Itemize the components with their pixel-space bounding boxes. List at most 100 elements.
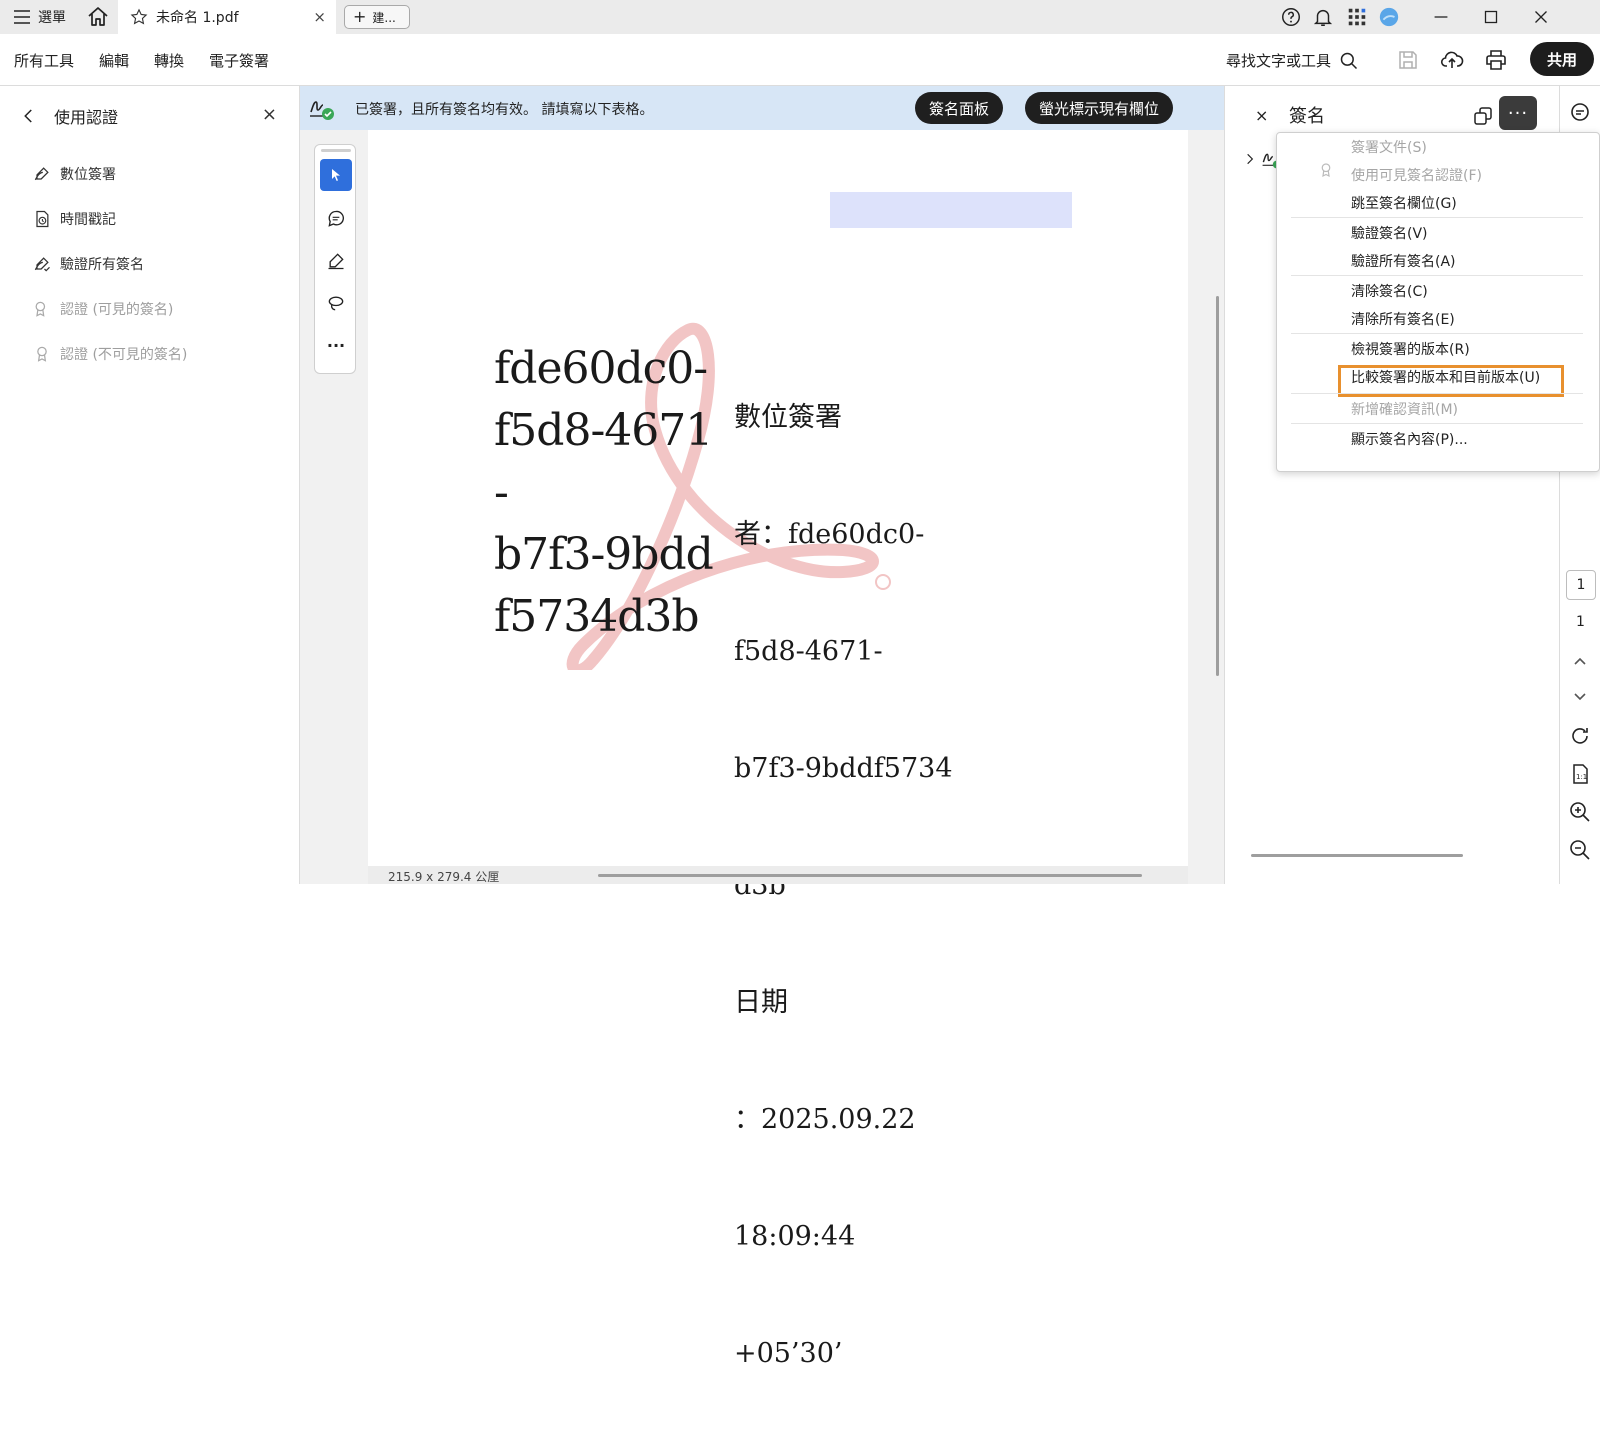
more-tools-icon[interactable]: ···	[320, 329, 352, 361]
draw-tool-button[interactable]	[320, 287, 352, 319]
apps-grid-icon[interactable]	[1346, 6, 1368, 28]
menu-item-sign-document: 簽署文件(S)	[1351, 140, 1427, 156]
select-tool-button[interactable]	[320, 159, 352, 191]
sig-detail-line: 日期	[734, 987, 788, 1018]
banner-text: 已簽署，且所有簽名均有效。 請填寫以下表格。	[355, 102, 654, 118]
hamburger-icon	[14, 10, 30, 24]
panel-header: 使用認證	[20, 104, 118, 128]
validate-sign-icon	[34, 257, 50, 272]
find-text-or-tools[interactable]: 尋找文字或工具	[1226, 50, 1359, 71]
title-bar: 選單 未命名 1.pdf × + 建...	[0, 0, 1600, 34]
menu-item-view-signed-version[interactable]: 檢視簽署的版本(R)	[1351, 339, 1470, 359]
sig-detail-line: 者：fde60dc0-	[734, 519, 925, 550]
menu-convert[interactable]: 轉換	[154, 50, 184, 71]
maximize-icon[interactable]	[1480, 6, 1502, 28]
menu-item-go-to-field[interactable]: 跳至簽名欄位(G)	[1351, 193, 1457, 213]
digital-sign-label: 數位簽署	[60, 167, 116, 183]
share-button[interactable]: 共用	[1530, 42, 1594, 76]
actual-size-icon[interactable]: 1:1	[1568, 762, 1592, 786]
signatures-horizontal-scrollbar[interactable]	[1251, 854, 1463, 857]
highlight-fields-button[interactable]: 螢光標示現有欄位	[1025, 92, 1174, 124]
highlighter-icon	[328, 253, 344, 270]
chevron-right-icon[interactable]	[1243, 152, 1257, 166]
print-icon[interactable]	[1484, 48, 1508, 72]
signature-details-block: 數位簽署 者：fde60dc0- f5d8-4671- b7f3-9bddf57…	[734, 320, 953, 1451]
menu-item-clear-all[interactable]: 清除所有簽名(E)	[1351, 309, 1455, 329]
star-icon[interactable]	[130, 8, 148, 26]
panel-close-icon[interactable]: ×	[262, 104, 277, 125]
menu-item-clear[interactable]: 清除簽名(C)	[1351, 281, 1428, 301]
new-tab-button[interactable]: + 建...	[344, 5, 410, 29]
vertical-scrollbar[interactable]	[1216, 296, 1219, 676]
page-size-label: 215.9 x 279.4 公厘	[388, 870, 500, 884]
sig-line: f5734d3b	[494, 591, 700, 642]
svg-text:1:1: 1:1	[1576, 773, 1587, 781]
document-tab[interactable]: 未命名 1.pdf ×	[118, 0, 336, 34]
minimize-icon[interactable]	[1430, 6, 1452, 28]
certificates-panel: 使用認證 × 數位簽署 時間戳記 驗證所有簽名 認證 (可見的簽名) 認證 (不…	[0, 86, 300, 884]
help-icon[interactable]	[1280, 6, 1302, 28]
signature-options-menu: 簽署文件(S) 使用可見簽名認證(F) 跳至簽名欄位(G) 驗證簽名(V) 驗證…	[1276, 132, 1600, 472]
back-arrow-icon[interactable]	[20, 107, 38, 125]
signature-status-banner: 已簽署，且所有簽名均有效。 請填寫以下表格。 簽名面板 螢光標示現有欄位	[300, 86, 1224, 130]
form-field[interactable]	[830, 192, 1072, 228]
menu-all-tools[interactable]: 所有工具	[14, 50, 74, 71]
panel-title: 使用認證	[54, 108, 119, 127]
cloud-upload-icon[interactable]	[1440, 48, 1464, 72]
menu-edit[interactable]: 編輯	[99, 50, 129, 71]
menu-separator	[1291, 275, 1583, 276]
sig-detail-line: b7f3-9bddf5734	[734, 753, 953, 784]
expand-all-icon[interactable]	[1471, 104, 1495, 128]
timestamp-item[interactable]: 時間戳記	[32, 209, 116, 229]
main-toolbar: 所有工具 編輯 轉換 電子簽署 尋找文字或工具 共用	[0, 34, 1600, 86]
zoom-in-icon[interactable]	[1568, 800, 1592, 824]
current-page-input[interactable]: 1	[1566, 570, 1596, 600]
certify-invisible-label: 認證 (不可見的簽名)	[60, 347, 188, 363]
signatures-close-icon[interactable]: ×	[1255, 106, 1268, 125]
menu-item-validate-all[interactable]: 驗證所有簽名(A)	[1351, 251, 1456, 271]
tab-close-icon[interactable]: ×	[313, 8, 326, 26]
validate-all-item[interactable]: 驗證所有簽名	[32, 254, 144, 274]
window-close-icon[interactable]	[1530, 6, 1552, 28]
menu-item-validate[interactable]: 驗證簽名(V)	[1351, 223, 1428, 243]
chevron-down-icon[interactable]	[1568, 684, 1592, 708]
bell-icon[interactable]	[1312, 6, 1334, 28]
main-menu-button[interactable]: 選單	[14, 0, 66, 34]
lasso-icon	[328, 296, 344, 311]
home-icon[interactable]	[86, 5, 110, 29]
menu-e-sign[interactable]: 電子簽署	[209, 50, 269, 71]
rotate-icon[interactable]	[1568, 724, 1592, 748]
save-icon[interactable]	[1396, 48, 1420, 72]
total-pages: 1	[1576, 614, 1585, 630]
more-options-button[interactable]: ···	[1499, 96, 1537, 130]
sig-line: f5d8-4671	[494, 405, 713, 456]
sig-detail-line: f5d8-4671-	[734, 636, 883, 667]
highlight-tool-button[interactable]	[320, 245, 352, 277]
comment-tool-button[interactable]	[320, 203, 352, 235]
sig-detail-line: 18:09:44	[734, 1221, 856, 1252]
comment-bubble-icon[interactable]	[1568, 100, 1592, 124]
pen-sign-icon	[34, 167, 49, 181]
search-label: 尋找文字或工具	[1226, 52, 1332, 70]
comment-icon	[328, 210, 344, 227]
menu-item-certify-visible: 使用可見簽名認證(F)	[1351, 168, 1482, 184]
main-menu-label: 選單	[38, 10, 66, 26]
search-icon	[1340, 52, 1358, 69]
certify-visible-icon	[35, 301, 46, 317]
avatar-icon[interactable]	[1378, 6, 1400, 28]
menu-separator	[1291, 217, 1583, 218]
horizontal-scrollbar[interactable]	[598, 874, 1142, 877]
chevron-up-icon[interactable]	[1568, 650, 1592, 674]
digital-sign-item[interactable]: 數位簽署	[32, 164, 116, 184]
drag-handle[interactable]	[321, 149, 351, 152]
sig-line: -	[494, 467, 509, 518]
certify-visible-label: 認證 (可見的簽名)	[60, 302, 174, 318]
menu-item-show-properties[interactable]: 顯示簽名內容(P)...	[1351, 429, 1468, 449]
certify-invisible-icon	[37, 346, 47, 362]
signature-panel-button[interactable]: 簽名面板	[915, 92, 1004, 124]
cursor-icon	[332, 169, 340, 181]
signature-name-block: fde60dc0- f5d8-4671 - b7f3-9bdd f5734d3b	[494, 338, 714, 648]
sig-line: fde60dc0-	[494, 343, 708, 394]
zoom-out-icon[interactable]	[1568, 838, 1592, 862]
document-area: 已簽署，且所有簽名均有效。 請填寫以下表格。 簽名面板 螢光標示現有欄位 ···…	[300, 86, 1224, 1369]
